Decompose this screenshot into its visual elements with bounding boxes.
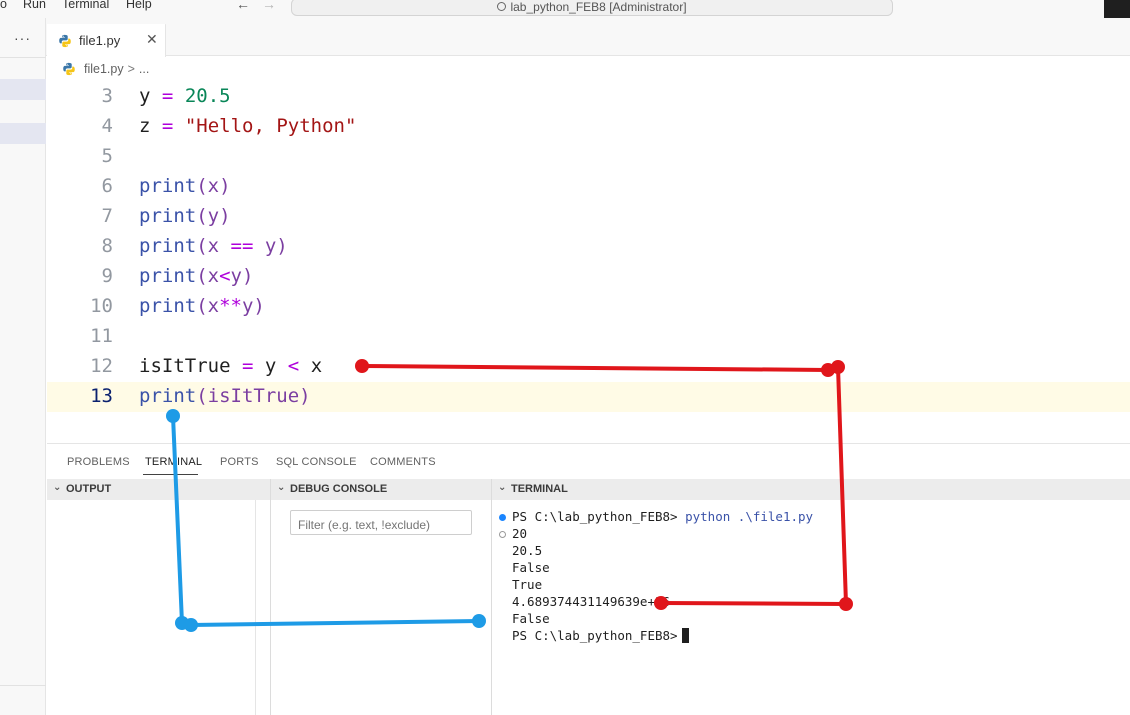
- line-number: 11: [90, 325, 113, 347]
- line-number: 5: [101, 145, 113, 167]
- code-text: y = 20.5: [139, 85, 231, 107]
- code-line[interactable]: 11: [47, 322, 1130, 352]
- breadcrumb: file1.py > ...: [62, 60, 149, 78]
- search-icon: [497, 2, 507, 11]
- side-bar: ···: [0, 18, 46, 715]
- terminal-cursor: [681, 628, 689, 643]
- code-line[interactable]: 6 print(x): [47, 172, 1130, 202]
- code-text: print(y): [139, 205, 231, 227]
- terminal-prompt-line: PS C:\lab_python_FEB8>: [498, 627, 689, 644]
- line-number-active: 13: [90, 385, 113, 407]
- terminal-section-header[interactable]: ⌄ TERMINAL: [492, 479, 1130, 500]
- command-decoration-icon[interactable]: [499, 531, 506, 538]
- code-text: print(x == y): [139, 235, 288, 257]
- debug-console-section-header[interactable]: ⌄ DEBUG CONSOLE: [271, 479, 491, 500]
- section-title: OUTPUT: [66, 483, 112, 495]
- code-text: print(x<y): [139, 265, 254, 287]
- section-title: TERMINAL: [511, 483, 568, 495]
- chevron-down-icon: ⌄: [277, 482, 286, 493]
- line-number: 8: [101, 235, 113, 257]
- code-line[interactable]: 10 print(x**y): [47, 292, 1130, 322]
- code-line[interactable]: 3 y = 20.5: [47, 82, 1130, 112]
- line-number: 6: [101, 175, 113, 197]
- line-number: 7: [101, 205, 113, 227]
- terminal-command-line: PS C:\lab_python_FEB8> python .\file1.py: [498, 508, 813, 525]
- pane-divider[interactable]: [491, 479, 492, 715]
- code-line[interactable]: 5: [47, 142, 1130, 172]
- tab-terminal[interactable]: TERMINAL: [145, 456, 202, 468]
- output-scrollbar-track: [255, 500, 256, 715]
- terminal-output-line: 20: [498, 525, 528, 542]
- line-number: 3: [101, 85, 113, 107]
- line-number: 9: [101, 265, 113, 287]
- breadcrumb-more[interactable]: ...: [139, 62, 149, 76]
- blue-endpoint-dot: [184, 618, 198, 632]
- menu-item-run[interactable]: Run: [23, 0, 46, 11]
- title-bar: o Run Terminal Help ← → lab_python_FEB8 …: [0, 0, 1130, 18]
- code-line[interactable]: 7 print(y): [47, 202, 1130, 232]
- red-endpoint-dot: [839, 597, 853, 611]
- code-line-current[interactable]: 13 print(isItTrue): [47, 382, 1130, 412]
- sidebar-divider: [0, 685, 46, 686]
- menu-item-go[interactable]: o: [0, 0, 7, 11]
- tab-problems[interactable]: PROBLEMS: [67, 456, 130, 468]
- workspace-title: lab_python_FEB8 [Administrator]: [510, 0, 687, 14]
- terminal-prompt: PS C:\lab_python_FEB8>: [512, 628, 678, 643]
- line-number: 4: [101, 115, 113, 137]
- more-actions-icon[interactable]: ···: [14, 30, 31, 46]
- code-line[interactable]: 4 z = "Hello, Python": [47, 112, 1130, 142]
- code-text: isItTrue = y < x: [139, 355, 323, 377]
- code-text: print(x): [139, 175, 231, 197]
- python-file-icon: [63, 62, 75, 76]
- blue-endpoint-dot: [472, 614, 486, 628]
- line-number: 12: [90, 355, 113, 377]
- code-editor[interactable]: 3 y = 20.5 4 z = "Hello, Python" 5 6 pri…: [47, 82, 1130, 442]
- terminal-command: python .\file1.py: [685, 509, 814, 524]
- chevron-down-icon: ⌄: [498, 482, 507, 493]
- active-tab-indicator: [143, 474, 198, 475]
- code-line[interactable]: 12 isItTrue = y < x: [47, 352, 1130, 382]
- code-text: print(isItTrue): [139, 385, 311, 407]
- tab-sql-console[interactable]: SQL CONSOLE: [276, 456, 357, 468]
- output-section-header[interactable]: ⌄ OUTPUT: [47, 479, 270, 500]
- menu-item-terminal[interactable]: Terminal: [62, 0, 109, 11]
- code-line[interactable]: 9 print(x<y): [47, 262, 1130, 292]
- line-number: 10: [90, 295, 113, 317]
- terminal-prompt: PS C:\lab_python_FEB8>: [512, 509, 678, 524]
- python-file-icon: [59, 34, 71, 48]
- code-line[interactable]: 8 print(x == y): [47, 232, 1130, 262]
- pane-divider[interactable]: [270, 479, 271, 715]
- code-text: z = "Hello, Python": [139, 115, 357, 137]
- blue-endpoint-dot: [175, 616, 189, 630]
- sidebar-divider: [0, 57, 46, 58]
- window-control-area: [1104, 0, 1130, 18]
- close-icon[interactable]: ✕: [146, 31, 158, 48]
- chevron-right-icon: >: [127, 62, 135, 76]
- back-arrow-icon[interactable]: ←: [236, 0, 250, 12]
- chevron-down-icon: ⌄: [53, 482, 62, 493]
- command-center[interactable]: lab_python_FEB8 [Administrator]: [291, 0, 893, 16]
- menu-item-help[interactable]: Help: [126, 0, 152, 11]
- tab-label: file1.py: [79, 33, 121, 48]
- sidebar-selected-row[interactable]: [0, 123, 46, 144]
- tab-file1-py[interactable]: file1.py ✕: [47, 24, 166, 57]
- editor-tab-bar: file1.py ✕: [46, 18, 1130, 57]
- code-text: print(x**y): [139, 295, 265, 317]
- breadcrumb-file[interactable]: file1.py: [84, 62, 124, 76]
- forward-arrow-icon[interactable]: →: [262, 0, 276, 12]
- tab-ports[interactable]: PORTS: [220, 456, 259, 468]
- panel-tab-bar: PROBLEMS TERMINAL PORTS SQL CONSOLE COMM…: [47, 444, 1130, 478]
- section-title: DEBUG CONSOLE: [290, 483, 388, 495]
- command-success-icon[interactable]: [499, 514, 506, 521]
- debug-filter-input[interactable]: [290, 510, 472, 535]
- sidebar-selected-row[interactable]: [0, 79, 46, 100]
- tab-comments[interactable]: COMMENTS: [370, 456, 436, 468]
